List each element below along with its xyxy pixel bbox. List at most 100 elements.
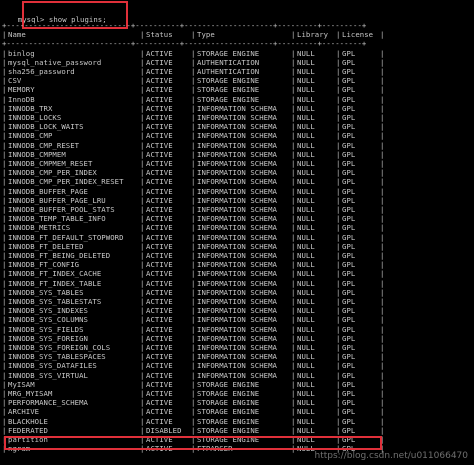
cell-type: INFORMATION SCHEMA (197, 168, 277, 178)
column-separator: | (380, 48, 385, 58)
column-separator: | (2, 122, 7, 132)
column-separator: | (336, 370, 341, 380)
column-separator: | (191, 122, 196, 132)
table-row: | | | | | | INNODB_CMP_PER_INDEX_RESET ACTIVE IN… (0, 177, 474, 186)
column-separator: | (380, 186, 385, 196)
column-separator: | (191, 94, 196, 104)
column-separator: | (291, 297, 296, 306)
column-separator: | (191, 297, 196, 306)
cell-status: ACTIVE (146, 214, 173, 224)
column-separator: | (191, 269, 196, 279)
column-separator: | (380, 251, 385, 260)
cell-license: GPL (342, 177, 356, 187)
cell-name: INNODB_SYS_TABLES (8, 287, 84, 297)
cell-name: MyISAM (8, 379, 35, 389)
column-separator: | (2, 407, 7, 417)
table-row: | | | | | | MRG_MYISAM ACTIVE STORAGE ENGINE NULL… (0, 389, 474, 398)
cell-license: GPL (342, 57, 356, 67)
column-separator: | (336, 232, 341, 242)
cell-status: ACTIVE (146, 315, 173, 325)
cell-library: NULL (297, 370, 315, 380)
table-row: | | | | | | INNODB_SYS_COLUMNS ACTIVE INFORMATIO… (0, 315, 474, 324)
table-border-top: +----------------------------+----------… (2, 21, 367, 30)
column-separator: | (140, 223, 145, 233)
cell-type: AUTHENTICATION (197, 57, 260, 67)
cell-type: INFORMATION SCHEMA (197, 260, 277, 270)
column-separator: | (380, 297, 385, 306)
terminal-window[interactable]: mysql> show plugins; +------------------… (0, 0, 474, 465)
column-separator: | (140, 232, 145, 242)
cell-license: GPL (342, 379, 356, 389)
table-row: | | | | | | binlog ACTIVE STORAGE ENGINE NULL GPL (0, 49, 474, 58)
cell-status: ACTIVE (146, 205, 173, 214)
table-row: | | | | | | INNODB_SYS_FOREIGN ACTIVE INFORMATIO… (0, 334, 474, 343)
column-separator: | (336, 30, 341, 40)
column-separator: | (291, 425, 296, 435)
cell-status: ACTIVE (146, 241, 173, 251)
cell-name: INNODB_SYS_INDEXES (8, 306, 88, 316)
column-separator: | (140, 85, 145, 95)
column-separator: | (191, 416, 196, 426)
column-separator: | (380, 103, 385, 113)
cell-library: NULL (297, 140, 315, 150)
column-separator: | (191, 260, 196, 270)
cell-name: INNODB_METRICS (8, 223, 71, 233)
cell-license: GPL (342, 251, 356, 260)
column-separator: | (336, 159, 341, 168)
cell-name: MEMORY (8, 85, 35, 95)
column-separator: | (291, 195, 296, 205)
cell-name: binlog (8, 48, 35, 58)
column-separator: | (191, 131, 196, 141)
cell-type: STORAGE ENGINE (197, 407, 260, 417)
column-separator: | (140, 389, 145, 398)
column-separator: | (291, 168, 296, 178)
column-separator: | (191, 168, 196, 178)
column-separator: | (140, 122, 145, 132)
cell-name: FEDERATED (8, 425, 48, 435)
column-separator: | (140, 379, 145, 389)
cell-status: ACTIVE (146, 389, 173, 398)
cell-status: ACTIVE (146, 343, 173, 352)
column-separator: | (380, 425, 385, 435)
column-separator: | (140, 214, 145, 224)
column-separator: | (2, 159, 7, 168)
cell-type: INFORMATION SCHEMA (197, 287, 277, 297)
column-separator: | (2, 287, 7, 297)
cell-name: INNODB_FT_CONFIG (8, 260, 80, 270)
column-separator: | (140, 425, 145, 435)
column-separator: | (380, 122, 385, 132)
column-separator: | (291, 177, 296, 187)
table-row: | | | | | | BLACKHOLE ACTIVE STORAGE ENGINE NULL G… (0, 417, 474, 426)
column-separator: | (380, 278, 385, 288)
cell-status: ACTIVE (146, 398, 173, 408)
column-separator: | (191, 214, 196, 224)
column-separator: | (140, 287, 145, 297)
cell-type: INFORMATION SCHEMA (197, 159, 277, 168)
column-separator: | (140, 113, 145, 122)
cell-type: STORAGE ENGINE (197, 425, 260, 435)
cell-status: ACTIVE (146, 324, 173, 334)
cell-name: INNODB_BUFFER_POOL_STATS (8, 205, 115, 214)
column-separator: | (380, 407, 385, 417)
column-separator: | (380, 241, 385, 251)
cell-library: NULL (297, 48, 315, 58)
column-separator: | (2, 306, 7, 316)
column-separator: | (380, 94, 385, 104)
cell-status: ACTIVE (146, 195, 173, 205)
cell-type: STORAGE ENGINE (197, 416, 260, 426)
column-separator: | (191, 425, 196, 435)
column-separator: | (191, 159, 196, 168)
cell-library: NULL (297, 131, 315, 141)
cell-type: INFORMATION SCHEMA (197, 103, 277, 113)
column-separator: | (2, 352, 7, 362)
column-separator: | (380, 205, 385, 214)
column-separator: | (336, 306, 341, 316)
column-separator: | (291, 241, 296, 251)
column-separator: | (2, 343, 7, 352)
column-separator: | (140, 260, 145, 270)
column-separator: | (2, 113, 7, 122)
column-separator: | (336, 241, 341, 251)
table-header-row: | | | | | | Name Status Type Library License (0, 30, 474, 39)
column-separator: | (191, 103, 196, 113)
column-separator: | (336, 140, 341, 150)
